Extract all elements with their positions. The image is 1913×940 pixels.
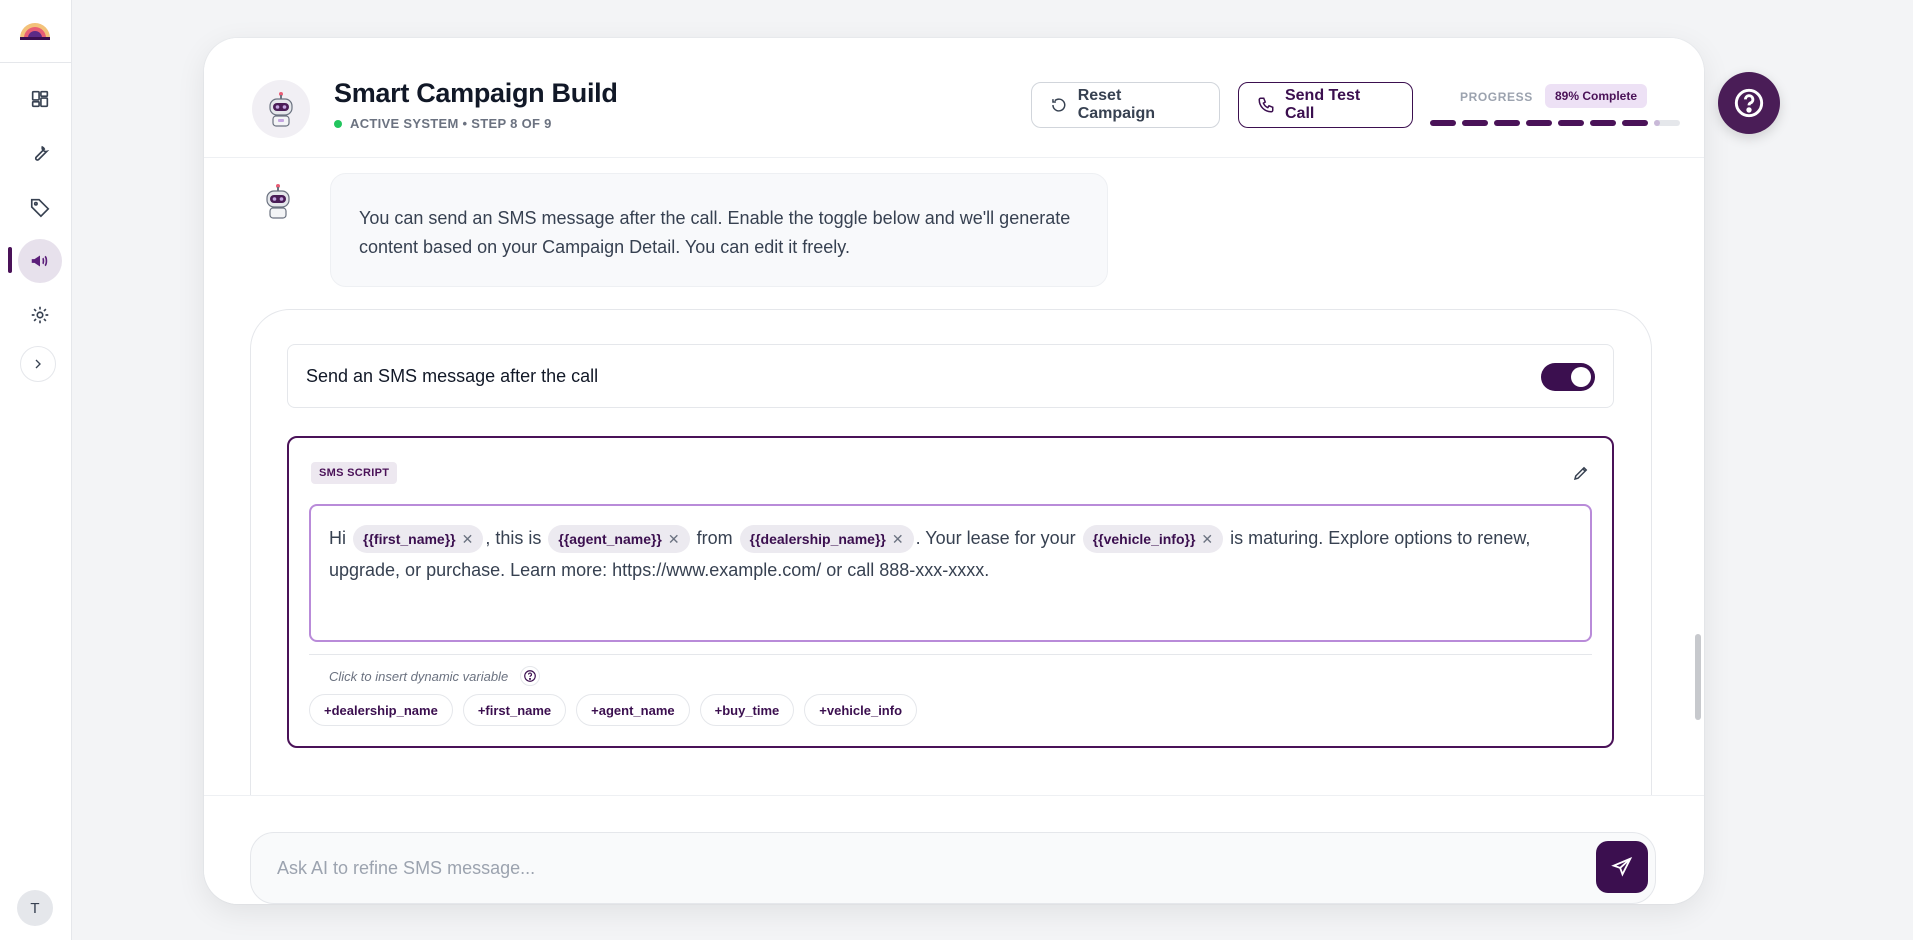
gear-icon bbox=[31, 306, 49, 324]
script-text: from bbox=[696, 528, 733, 548]
robot-icon bbox=[266, 184, 290, 219]
phone-icon bbox=[1258, 97, 1274, 113]
variable-chip-label: {{agent_name}} bbox=[558, 531, 662, 548]
reset-campaign-label: Reset Campaign bbox=[1077, 87, 1156, 122]
sidebar-item-settings[interactable] bbox=[18, 293, 62, 337]
variables-divider bbox=[309, 654, 1592, 655]
variable-chip-label: {{vehicle_info}} bbox=[1092, 531, 1196, 548]
progress-segment bbox=[1558, 120, 1584, 126]
script-text: , this is bbox=[485, 528, 542, 548]
sms-script-box: SMS SCRIPT Hi {{first_name}} ✕ , this is {… bbox=[287, 436, 1614, 748]
insert-variable-button[interactable]: +first_name bbox=[462, 694, 567, 726]
bot-avatar bbox=[252, 80, 310, 138]
progress-segment bbox=[1526, 120, 1552, 126]
dashboard-icon bbox=[31, 90, 49, 108]
script-text: Hi bbox=[329, 528, 346, 548]
variable-chip: {{agent_name}} ✕ bbox=[548, 523, 690, 555]
progress-segment bbox=[1622, 120, 1648, 126]
variable-chip: {{first_name}} ✕ bbox=[353, 523, 484, 555]
help-button[interactable] bbox=[1718, 72, 1780, 134]
active-indicator bbox=[8, 247, 12, 273]
variable-chip-label: {{first_name}} bbox=[363, 531, 456, 548]
send-test-call-button[interactable]: Send Test Call bbox=[1238, 82, 1413, 128]
progress-segment bbox=[1590, 120, 1616, 126]
insert-variable-button[interactable]: +agent_name bbox=[576, 694, 690, 726]
progress-bar bbox=[1430, 120, 1680, 126]
sidebar-item-campaigns[interactable] bbox=[18, 239, 62, 283]
step-status: ACTIVE SYSTEM • STEP 8 OF 9 bbox=[334, 116, 552, 131]
remove-chip-icon[interactable]: ✕ bbox=[668, 523, 680, 555]
remove-chip-icon[interactable]: ✕ bbox=[1201, 523, 1213, 555]
variable-buttons: +dealership_name +first_name +agent_name… bbox=[309, 694, 918, 726]
progress-segment bbox=[1462, 120, 1488, 126]
sms-panel: Send an SMS message after the call SMS S… bbox=[250, 309, 1652, 795]
content-scrollbar[interactable] bbox=[1694, 162, 1702, 792]
assistant-message: You can send an SMS message after the ca… bbox=[330, 173, 1108, 287]
scrollbar-thumb[interactable] bbox=[1695, 634, 1701, 720]
step-status-text: ACTIVE SYSTEM • STEP 8 OF 9 bbox=[350, 116, 552, 131]
reset-campaign-button[interactable]: Reset Campaign bbox=[1031, 82, 1220, 128]
variable-chip: {{vehicle_info}} ✕ bbox=[1082, 523, 1224, 555]
variable-chip-label: {{dealership_name}} bbox=[749, 531, 886, 548]
sms-toggle[interactable] bbox=[1541, 363, 1595, 391]
question-icon bbox=[1734, 88, 1764, 118]
sidebar-divider bbox=[0, 62, 72, 63]
sms-toggle-row: Send an SMS message after the call bbox=[287, 344, 1614, 408]
send-test-call-label: Send Test Call bbox=[1284, 87, 1361, 122]
sidebar: T bbox=[0, 0, 72, 940]
assistant-avatar bbox=[256, 179, 300, 223]
sidebar-item-tools[interactable] bbox=[18, 131, 62, 175]
tools-icon bbox=[34, 145, 50, 161]
variables-hint: Click to insert dynamic variable bbox=[329, 666, 541, 686]
card-header: Smart Campaign Build ACTIVE SYSTEM • STE… bbox=[204, 38, 1704, 158]
pencil-icon bbox=[1573, 466, 1588, 481]
insert-variable-button[interactable]: +dealership_name bbox=[309, 694, 453, 726]
insert-variable-button[interactable]: +buy_time bbox=[699, 694, 795, 726]
user-avatar[interactable]: T bbox=[17, 890, 53, 926]
page-title: Smart Campaign Build bbox=[334, 78, 618, 108]
robot-icon bbox=[269, 92, 293, 127]
chevron-right-icon bbox=[35, 359, 41, 369]
sms-script-editor[interactable]: Hi {{first_name}} ✕ , this is {{agent_name… bbox=[309, 504, 1592, 642]
help-icon[interactable] bbox=[520, 666, 541, 686]
progress-label: PROGRESS bbox=[1460, 90, 1533, 104]
app-logo[interactable] bbox=[18, 14, 52, 42]
tag-icon bbox=[30, 198, 50, 218]
variable-chip: {{dealership_name}} ✕ bbox=[739, 523, 914, 555]
insert-variable-button[interactable]: +vehicle_info bbox=[804, 694, 918, 726]
progress-segment-partial bbox=[1654, 120, 1680, 126]
progress-badge: 89% Complete bbox=[1545, 84, 1648, 108]
chat-content: You can send an SMS message after the ca… bbox=[204, 159, 1704, 795]
campaign-builder-card: Smart Campaign Build ACTIVE SYSTEM • STE… bbox=[204, 38, 1704, 904]
ai-refine-input[interactable] bbox=[250, 832, 1656, 904]
chat-footer bbox=[204, 795, 1704, 904]
remove-chip-icon[interactable]: ✕ bbox=[462, 523, 474, 555]
variables-hint-text: Click to insert dynamic variable bbox=[329, 668, 509, 684]
send-icon bbox=[1611, 856, 1633, 877]
sidebar-item-dashboard[interactable] bbox=[18, 77, 62, 121]
remove-chip-icon[interactable]: ✕ bbox=[892, 523, 904, 555]
sms-toggle-label: Send an SMS message after the call bbox=[306, 365, 599, 386]
sidebar-expand-button[interactable] bbox=[20, 346, 56, 382]
progress-segment bbox=[1494, 120, 1520, 126]
sms-script-tag: SMS SCRIPT bbox=[311, 462, 398, 484]
script-text: . Your lease for your bbox=[915, 528, 1076, 548]
status-dot bbox=[334, 119, 342, 128]
reset-icon bbox=[1052, 98, 1066, 112]
megaphone-icon bbox=[31, 255, 48, 267]
edit-button[interactable] bbox=[1570, 462, 1592, 484]
sidebar-item-tags[interactable] bbox=[18, 185, 62, 229]
progress-segment bbox=[1430, 120, 1456, 126]
send-button[interactable] bbox=[1596, 841, 1648, 893]
